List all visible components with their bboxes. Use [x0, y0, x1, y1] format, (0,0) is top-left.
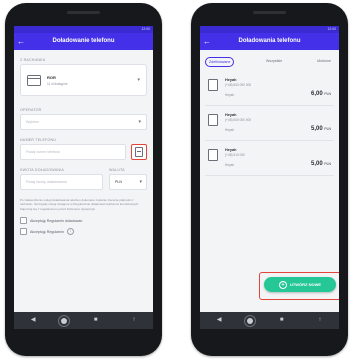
- operator-select[interactable]: Wybierz ▾: [20, 114, 147, 130]
- phone-frame-left: 12:00 ← Doładowanie telefonu Z RACHUNKU …: [5, 3, 162, 356]
- system-nav-bar: ◀ ■ ↑: [200, 312, 339, 329]
- chevron-down-icon: ▾: [137, 77, 140, 83]
- status-bar: 12:00: [14, 26, 153, 33]
- consent-checkbox[interactable]: [20, 217, 27, 225]
- item-number: (+48) 600 000 000: [225, 83, 252, 87]
- document-icon: [208, 79, 218, 91]
- chevron-down-icon: ▾: [138, 119, 141, 125]
- operator-label: OPERATOR: [20, 108, 42, 112]
- item-title: Heyah: [225, 148, 237, 152]
- contacts-icon: [135, 147, 143, 157]
- status-time: 12:00: [327, 27, 337, 31]
- document-icon: [208, 114, 218, 126]
- topup-list: Heyah (+48) 600 000 000 Heyah 6,00 PLN H…: [200, 71, 339, 176]
- amount-input[interactable]: Podaj kwotę doładowania: [20, 174, 103, 190]
- account-balance: 11 zł dostępne: [47, 81, 68, 86]
- item-title: Heyah: [225, 78, 237, 82]
- phone-label: NUMER TELEFONU: [20, 138, 57, 142]
- nav-recent-icon[interactable]: ■: [272, 312, 292, 329]
- item-number: (+48) 510 000: [225, 153, 245, 157]
- credit-card-icon: [27, 74, 41, 86]
- currency-label: WALUTA: [109, 168, 125, 172]
- contacts-button[interactable]: [131, 144, 147, 160]
- nav-recent-icon[interactable]: ■: [86, 312, 106, 329]
- screen-topup-list: 12:00 ← Doładowania telefonu Zdefiniowan…: [200, 26, 339, 329]
- consent-label: Akceptuję Regulamin doładowań: [30, 218, 83, 223]
- page-title: Doładowania telefonu: [238, 38, 301, 44]
- nav-menu-icon[interactable]: ↑: [124, 312, 144, 329]
- item-title: Heyah: [225, 113, 237, 117]
- account-section-label: Z RACHUNKU: [20, 58, 46, 62]
- item-status: Heyah: [225, 128, 235, 132]
- item-number: (+48) 500 000 000: [225, 118, 252, 122]
- disclaimer-text: Po zatwierdzeniu usługi doładowania tele…: [20, 198, 140, 211]
- chevron-down-icon: ▾: [139, 179, 142, 185]
- speaker: [67, 11, 100, 14]
- create-new-button[interactable]: + UTWÓRZ NOWE: [264, 277, 336, 292]
- list-item[interactable]: Heyah (+48) 500 000 000 Heyah 5,00 PLN: [205, 106, 334, 141]
- amount-label: KWOTA DOŁADOWANIA: [20, 168, 64, 172]
- item-amount: 5,00 PLN: [311, 126, 331, 132]
- status-time: 12:00: [141, 27, 151, 31]
- nav-back-icon[interactable]: ◀: [23, 312, 43, 329]
- tab-defined[interactable]: Zdefiniowane: [205, 57, 235, 67]
- nav-home-icon[interactable]: [61, 317, 68, 324]
- consent-label: Akceptuję Regulamin: [30, 229, 64, 234]
- arrow-left-icon[interactable]: ←: [14, 33, 28, 50]
- speaker: [253, 11, 286, 14]
- currency-value: PLN: [115, 180, 122, 184]
- item-amount: 5,00 PLN: [311, 161, 331, 167]
- arrow-left-icon[interactable]: ←: [200, 33, 214, 50]
- app-bar: ← Doładowania telefonu: [200, 33, 339, 50]
- consent-row[interactable]: Akceptuję Regulamin doładowań: [20, 217, 147, 225]
- amount-placeholder: Podaj kwotę doładowania: [26, 180, 67, 184]
- nav-back-icon[interactable]: ◀: [209, 312, 229, 329]
- item-amount: 6,00 PLN: [311, 91, 331, 97]
- operator-placeholder: Wybierz: [26, 120, 39, 124]
- account-name: ROR: [47, 74, 56, 80]
- list-item[interactable]: Heyah (+48) 510 000 Heyah 5,00 PLN: [205, 141, 334, 176]
- nav-menu-icon[interactable]: ↑: [310, 312, 330, 329]
- tab-favourites[interactable]: Ulubione: [314, 57, 334, 67]
- status-bar: 12:00: [200, 26, 339, 33]
- tab-bar: Zdefiniowane Wszystkie Ulubione: [200, 50, 339, 71]
- currency-select[interactable]: PLN ▾: [109, 174, 147, 190]
- consent-row[interactable]: Akceptuję Regulamin i: [20, 228, 147, 236]
- phone-number-input[interactable]: Podaj numer telefonu: [20, 144, 126, 160]
- nav-home-icon[interactable]: [247, 317, 254, 324]
- info-icon[interactable]: i: [66, 228, 74, 236]
- list-item[interactable]: Heyah (+48) 600 000 000 Heyah 6,00 PLN: [205, 71, 334, 106]
- system-nav-bar: ◀ ■ ↑: [14, 312, 153, 329]
- item-status: Heyah: [225, 163, 235, 167]
- screen-topup-form: 12:00 ← Doładowanie telefonu Z RACHUNKU …: [14, 26, 153, 329]
- app-bar: ← Doładowanie telefonu: [14, 33, 153, 50]
- phone-placeholder: Podaj numer telefonu: [26, 150, 61, 154]
- document-icon: [208, 149, 218, 161]
- phone-frame-right: 12:00 ← Doładowania telefonu Zdefiniowan…: [191, 3, 348, 356]
- page-title: Doładowanie telefonu: [52, 38, 115, 44]
- consent-checkbox[interactable]: [20, 228, 27, 236]
- plus-icon: +: [278, 280, 287, 289]
- create-new-label: UTWÓRZ NOWE: [289, 282, 322, 287]
- tab-all[interactable]: Wszystkie: [263, 57, 285, 67]
- item-status: Heyah: [225, 93, 235, 97]
- account-selector[interactable]: ROR 11 zł dostępne ▾: [20, 64, 147, 96]
